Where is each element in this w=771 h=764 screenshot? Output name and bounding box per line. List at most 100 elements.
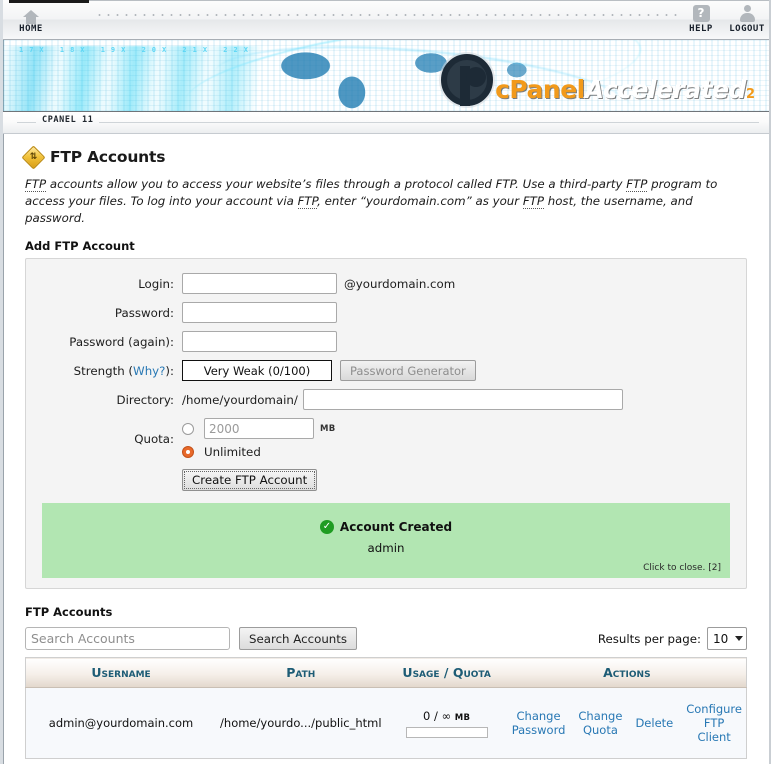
abbr-ftp-1: FTP xyxy=(25,177,46,192)
page-description: FTP accounts allow you to access your we… xyxy=(25,176,747,227)
search-accounts-button[interactable]: Search Accounts xyxy=(239,627,357,650)
usage-value: 0 xyxy=(423,709,430,723)
notice-headline: ✓ Account Created xyxy=(320,520,452,534)
quota-label: Quota: xyxy=(42,432,182,446)
breadcrumb-item-cpanel11[interactable]: CPANEL 11 xyxy=(36,115,99,125)
change-password-link[interactable]: ChangePassword xyxy=(512,709,566,737)
banner-tick-labels: 17X 18X 19X 20X 21X 22X xyxy=(19,46,254,54)
person-icon xyxy=(719,3,771,23)
ftp-accounts-table: Username Path Usage / Quota Actions admi… xyxy=(25,657,747,759)
cpanel-banner: 17X 18X 19X 20X 21X 22X cPanelAccelerate… xyxy=(3,40,769,112)
add-ftp-account-panel: Login: @yourdomain.com Password: Passwor… xyxy=(25,258,747,589)
toolbar-hairline xyxy=(89,0,769,1)
usage-unit: MB xyxy=(455,713,471,723)
strength-label-suffix: ): xyxy=(165,364,174,378)
breadcrumb: CPANEL 11 xyxy=(3,112,769,134)
page-title-text: FTP Accounts xyxy=(50,148,165,166)
home-icon xyxy=(3,3,59,23)
directory-prefix: /home/yourdomain/ xyxy=(182,393,298,407)
login-label: Login: xyxy=(42,277,182,291)
add-form-section-title: Add FTP Account xyxy=(25,239,747,253)
password-input[interactable] xyxy=(182,302,337,323)
configure-ftp-client-link[interactable]: ConfigureFTP Client xyxy=(686,702,742,744)
ftp-accounts-list-title: FTP Accounts xyxy=(25,605,747,619)
quota-unit-label: MB xyxy=(320,424,336,434)
strength-label-prefix: Strength ( xyxy=(74,364,133,378)
password-generator-button[interactable]: Password Generator xyxy=(340,360,476,381)
quota-value: ∞ xyxy=(441,709,451,723)
notice-body: admin xyxy=(51,541,721,555)
table-body: admin@yourdomain.com /home/yourdo.../pub… xyxy=(26,688,747,759)
cpanel-monogram-icon xyxy=(441,54,493,106)
quota-unlimited-option: Unlimited xyxy=(182,445,336,459)
quota-fixed-option: MB xyxy=(182,418,336,439)
notice-close-text[interactable]: Click to close. [2] xyxy=(51,563,721,573)
results-per-page-value: 10 xyxy=(713,632,728,646)
directory-row: Directory: /home/yourdomain/ xyxy=(42,389,730,410)
login-domain-suffix: @yourdomain.com xyxy=(344,277,455,291)
search-row: Search Accounts Results per page: 10 xyxy=(25,627,747,650)
chevron-down-icon xyxy=(735,636,743,641)
brand-sub: 2 xyxy=(746,87,755,102)
create-button-row: Create FTP Account xyxy=(42,469,730,491)
password-label: Password: xyxy=(42,306,182,320)
abbr-ftp-3: FTP xyxy=(298,194,317,209)
row-actions: ChangePassword ChangeQuota Delete Config… xyxy=(512,702,742,744)
directory-label: Directory: xyxy=(42,393,182,407)
brand-primary: cPanel xyxy=(495,75,585,104)
strength-row: Strength (Why?): Very Weak (0/100) Passw… xyxy=(42,360,730,381)
cpanel-logo: cPanelAccelerated2 xyxy=(441,46,755,108)
search-input[interactable] xyxy=(25,627,230,650)
directory-input[interactable] xyxy=(303,389,623,410)
desc-part-1: accounts allow you to access your websit… xyxy=(46,177,626,191)
logout-label: LOGOUT xyxy=(719,24,771,34)
page-root: HOME ? HELP LOGOUT 17X 18X 19X 20X 21X 2… xyxy=(0,0,771,764)
page-title: ⇅ FTP Accounts xyxy=(25,148,747,166)
login-row: Login: @yourdomain.com xyxy=(42,273,730,294)
password-again-row: Password (again): xyxy=(42,331,730,352)
logout-button[interactable]: LOGOUT xyxy=(719,3,771,34)
abbr-ftp-2: FTP xyxy=(626,177,647,192)
column-actions: Actions xyxy=(508,658,747,688)
quota-unlimited-radio[interactable] xyxy=(182,446,194,458)
table-header-row: Username Path Usage / Quota Actions xyxy=(26,658,747,688)
delete-link[interactable]: Delete xyxy=(635,716,673,730)
quota-input[interactable] xyxy=(204,418,314,439)
why-link[interactable]: Why? xyxy=(133,364,165,378)
password-row: Password: xyxy=(42,302,730,323)
column-path[interactable]: Path xyxy=(216,658,386,688)
desc-part-3: , enter “yourdomain.com” as your xyxy=(317,194,523,208)
change-quota-link[interactable]: ChangeQuota xyxy=(578,709,622,737)
login-input[interactable] xyxy=(182,273,337,294)
quota-row: Quota: MB Unlimited xyxy=(42,418,730,459)
usage-text: 0 / ∞ MB xyxy=(423,709,470,723)
password-strength-indicator: Very Weak (0/100) xyxy=(182,360,332,381)
home-label: HOME xyxy=(3,24,59,34)
column-username[interactable]: Username xyxy=(26,658,217,688)
cell-path: /home/yourdo.../public_html xyxy=(216,688,386,759)
green-check-icon: ✓ xyxy=(320,520,334,534)
cell-usage-quota: 0 / ∞ MB xyxy=(386,688,508,759)
password-again-input[interactable] xyxy=(182,331,337,352)
home-button[interactable]: HOME xyxy=(3,3,59,34)
top-toolbar: HOME ? HELP LOGOUT xyxy=(3,0,769,40)
notice-title: Account Created xyxy=(340,520,452,534)
results-per-page: Results per page: 10 xyxy=(598,627,747,650)
account-created-notice[interactable]: ✓ Account Created admin Click to close. … xyxy=(42,503,730,578)
table-header: Username Path Usage / Quota Actions xyxy=(26,658,747,688)
quota-fixed-radio[interactable] xyxy=(182,423,194,435)
ftp-transfer-icon: ⇅ xyxy=(21,145,45,169)
strength-label: Strength (Why?): xyxy=(42,364,182,378)
column-usage-quota[interactable]: Usage / Quota xyxy=(386,658,508,688)
table-row: admin@yourdomain.com /home/yourdo.../pub… xyxy=(26,688,747,759)
abbr-ftp-4: FTP xyxy=(523,194,544,209)
results-per-page-label: Results per page: xyxy=(598,632,701,646)
quota-options: MB Unlimited xyxy=(182,418,336,459)
quota-unlimited-label: Unlimited xyxy=(204,445,261,459)
results-per-page-select[interactable]: 10 xyxy=(707,627,747,650)
toolbar-dot-pattern xyxy=(95,13,677,17)
create-ftp-account-button[interactable]: Create FTP Account xyxy=(182,469,317,491)
cell-actions: ChangePassword ChangeQuota Delete Config… xyxy=(508,688,747,759)
cell-username: admin@yourdomain.com xyxy=(26,688,217,759)
breadcrumb-rail xyxy=(17,122,759,123)
